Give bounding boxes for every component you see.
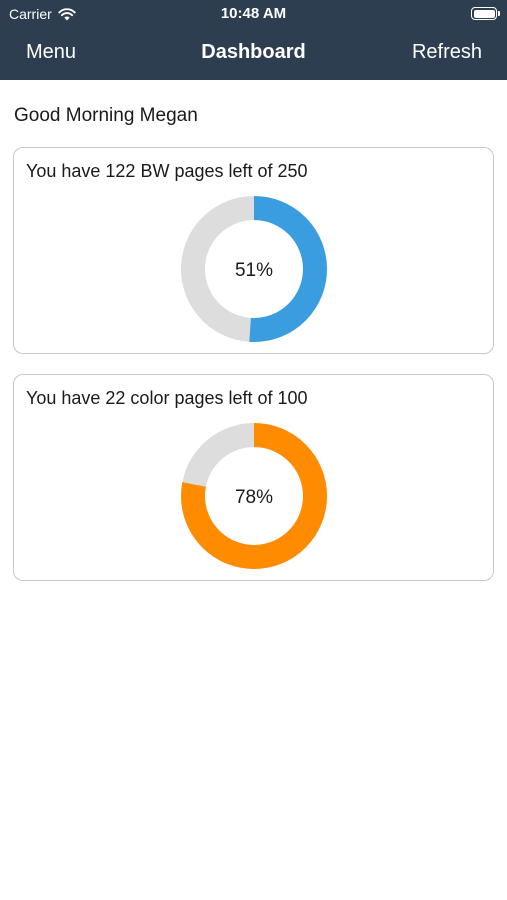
bw-usage-donut-chart: 51% — [181, 196, 327, 342]
color-pages-label: You have 22 color pages left of 100 — [26, 388, 308, 408]
battery-icon — [471, 7, 500, 20]
color-pages-card: You have 22 color pages left of 100 78% — [13, 374, 494, 581]
navigation-bar: Menu Dashboard Refresh — [0, 28, 507, 80]
bw-pages-card: You have 122 BW pages left of 250 51% — [13, 147, 494, 354]
bw-pages-label: You have 122 BW pages left of 250 — [26, 161, 308, 181]
donut-percent-label: 78% — [235, 487, 273, 508]
top-bar: Carrier 10:48 AM Menu Dashboard Refresh — [0, 0, 507, 80]
color-usage-donut-chart: 78% — [181, 423, 327, 569]
refresh-button[interactable]: Refresh — [412, 41, 482, 64]
status-bar: Carrier 10:48 AM — [0, 0, 507, 28]
donut-percent-label: 51% — [235, 260, 273, 281]
greeting-text: Good Morning Megan — [14, 105, 198, 126]
status-time: 10:48 AM — [220, 5, 287, 22]
